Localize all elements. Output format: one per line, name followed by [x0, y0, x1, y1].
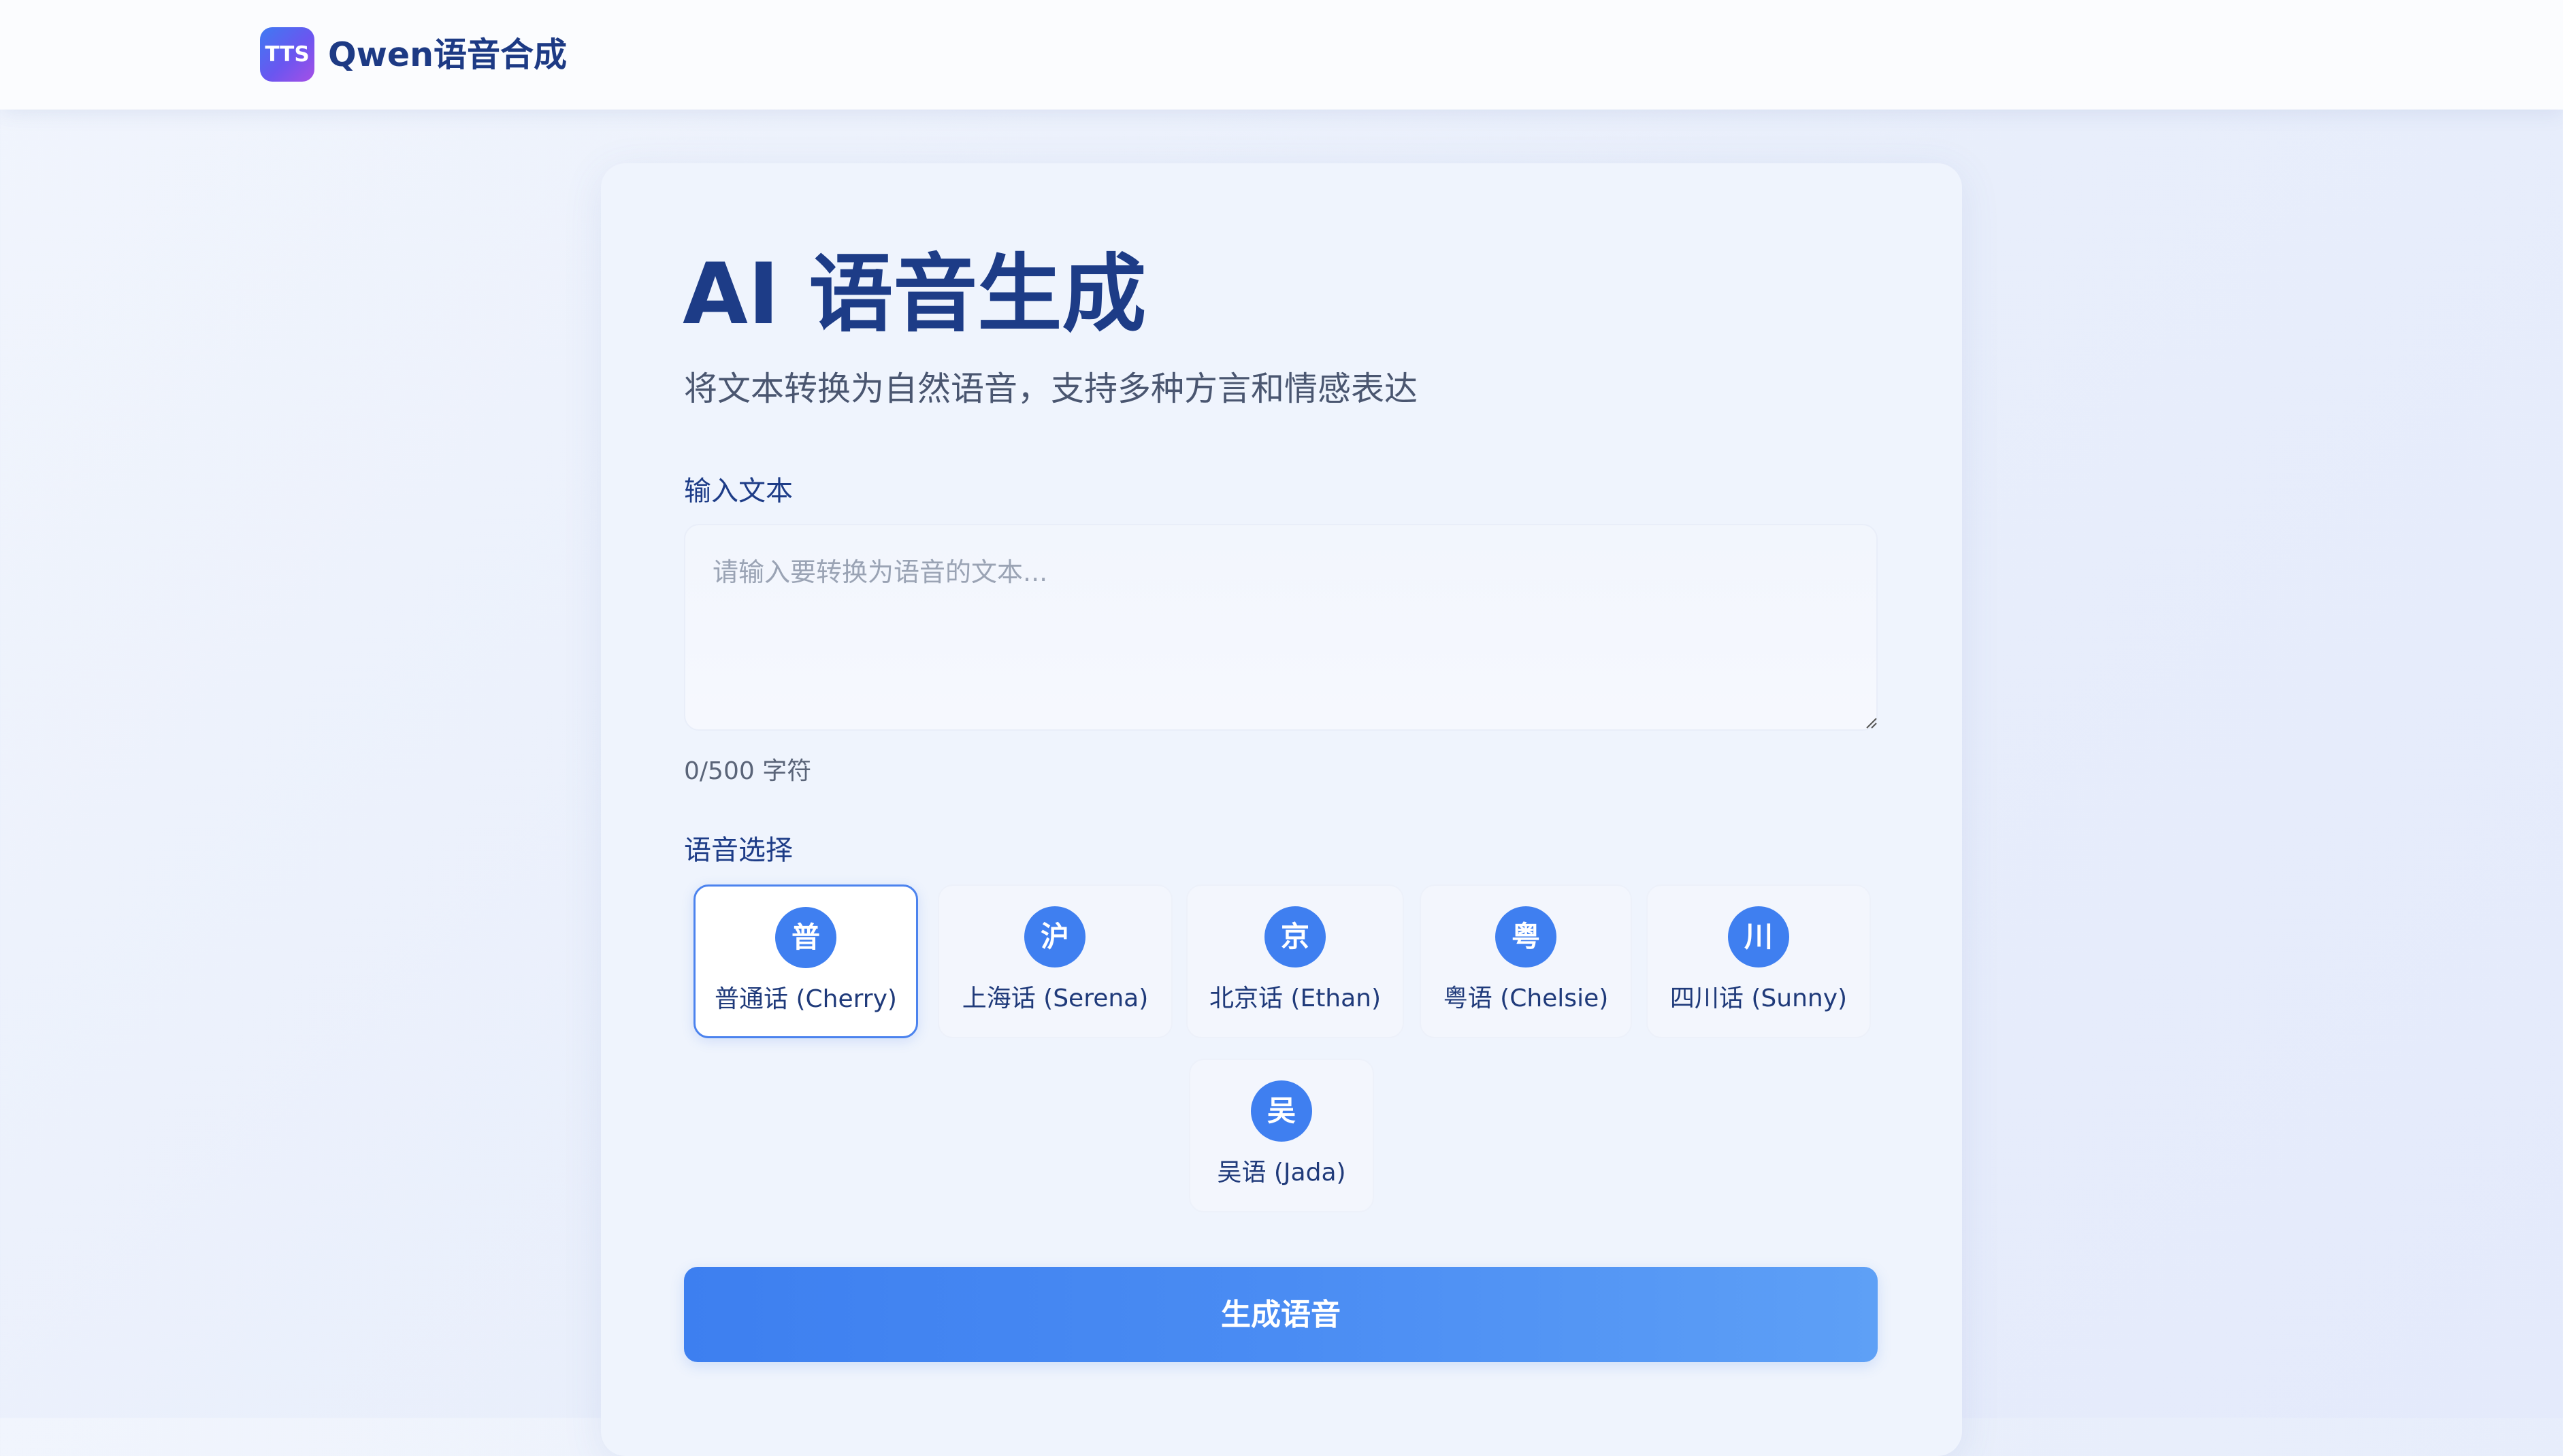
voice-option-jada[interactable]: 吴 吴语 (Jada) [1189, 1059, 1374, 1212]
input-text-label: 输入文本 [684, 476, 793, 507]
voice-option-ethan[interactable]: 京 北京话 (Ethan) [1186, 884, 1404, 1038]
voice-option-cherry[interactable]: 普 普通话 (Cherry) [693, 884, 918, 1038]
logo-icon[interactable]: TTS [260, 27, 314, 82]
voice-option-chelsie[interactable]: 粤 粤语 (Chelsie) [1420, 884, 1632, 1038]
top-navbar: TTS Qwen语音合成 [0, 0, 2563, 110]
tts-card: AI 语音生成 将文本转换为自然语音，支持多种方言和情感表达 输入文本 0/50… [601, 163, 1962, 1456]
voice-avatar-icon: 京 [1264, 906, 1326, 967]
brand-name[interactable]: Qwen语音合成 [328, 29, 567, 82]
voice-option-sunny[interactable]: 川 四川话 (Sunny) [1646, 884, 1871, 1038]
voice-name: 北京话 (Ethan) [1209, 985, 1382, 1012]
voice-name: 粤语 (Chelsie) [1443, 985, 1609, 1012]
page-subtitle: 将文本转换为自然语音，支持多种方言和情感表达 [684, 369, 1418, 408]
char-counter: 0/500 字符 [684, 757, 812, 785]
resize-handle-icon[interactable] [1864, 716, 1878, 729]
voice-select-label: 语音选择 [684, 835, 793, 866]
voice-name: 普通话 (Cherry) [715, 985, 897, 1013]
voice-name: 吴语 (Jada) [1217, 1159, 1346, 1187]
generate-speech-button[interactable]: 生成语音 [684, 1267, 1878, 1362]
voice-avatar-icon: 普 [775, 907, 836, 968]
page-title: AI 语音生成 [683, 246, 1147, 344]
voice-avatar-icon: 沪 [1024, 906, 1085, 967]
text-input[interactable] [684, 524, 1878, 731]
voice-avatar-icon: 吴 [1251, 1080, 1312, 1142]
voice-avatar-icon: 川 [1728, 906, 1789, 967]
voice-name: 上海话 (Serena) [962, 985, 1149, 1012]
voice-name: 四川话 (Sunny) [1669, 985, 1848, 1012]
voice-option-serena[interactable]: 沪 上海话 (Serena) [938, 884, 1173, 1038]
voice-avatar-icon: 粤 [1495, 906, 1556, 967]
